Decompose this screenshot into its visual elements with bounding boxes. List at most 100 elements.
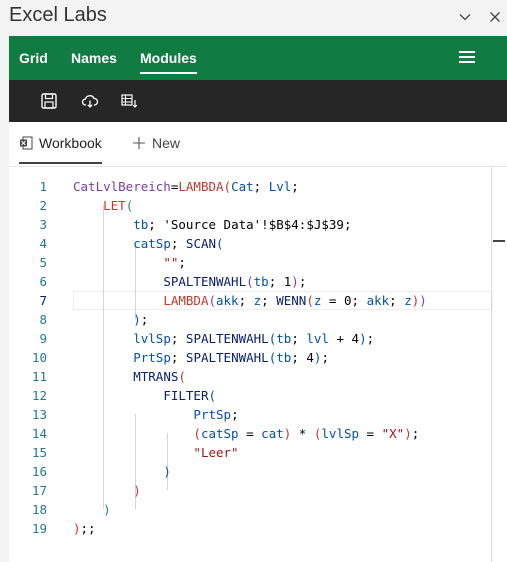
new-label: New (152, 135, 181, 151)
code-line[interactable]: 17 ) (9, 481, 491, 500)
code-editor[interactable]: 1 CatLvlBereich=LAMBDA(Cat; Lvl; 2 LET(3 t… (9, 167, 507, 562)
code-token: ) (103, 502, 111, 517)
code-line[interactable]: 1 CatLvlBereich=LAMBDA(Cat; Lvl; (9, 177, 491, 196)
code-text: ) (73, 462, 171, 481)
cloud-download-icon[interactable] (80, 91, 100, 111)
code-line[interactable]: 12 FILTER( (9, 386, 491, 405)
code-line[interactable]: 10 PrtSp; SPALTENWAHL(tb; 4); (9, 348, 491, 367)
line-number: 2 (39, 198, 47, 213)
code-text: ); (73, 310, 148, 329)
code-token: SPALTENWAHL (185, 350, 269, 365)
code-token: = (321, 293, 344, 308)
code-line[interactable]: 14 (catSp = cat) * (lvlSp = "X"); (9, 424, 491, 443)
code-line[interactable]: 19);; (9, 519, 491, 538)
line-number: 18 (31, 502, 47, 517)
code-token: FILTER (163, 388, 209, 403)
code-token: ; (291, 350, 307, 365)
tab-grid[interactable]: Grid (19, 50, 48, 66)
excel-file-icon (20, 136, 33, 150)
code-token: ( (246, 274, 254, 289)
code-token: + (328, 331, 352, 346)
code-text: LET( (73, 196, 133, 215)
hamburger-menu-icon[interactable] (459, 50, 477, 64)
code-text: catSp; SCAN( (73, 234, 223, 253)
code-text: SPALTENWAHL(tb; 1); (73, 272, 306, 291)
code-token: ; (291, 331, 307, 346)
code-line[interactable]: 15 "Leer" (9, 443, 491, 462)
code-line[interactable]: 9 lvlSp; SPALTENWAHL(tb; lvl + 4); (9, 329, 491, 348)
new-module-button[interactable]: New (132, 135, 180, 151)
code-token: ; (170, 331, 186, 346)
code-token: z (404, 293, 412, 308)
code-token: ; (178, 255, 186, 270)
code-token: ) (359, 331, 367, 346)
code-text: );; (73, 519, 96, 538)
code-text: "Leer" (73, 443, 238, 462)
code-token: 0 (343, 293, 352, 308)
code-line[interactable]: 6 SPALTENWAHL(tb; 1); (9, 272, 491, 291)
code-text: lvlSp; SPALTENWAHL(tb; lvl + 4); (73, 329, 374, 348)
code-token: ; (253, 179, 269, 194)
excel-labs-pane: Grid Names Modules Workbook New 1 CatLvl… (9, 36, 507, 562)
module-tabs: Workbook New (9, 122, 507, 167)
line-number: 11 (31, 369, 47, 384)
save-icon[interactable] (39, 91, 59, 111)
code-token: ( (193, 426, 201, 441)
tab-workbook[interactable]: Workbook (19, 135, 102, 164)
code-token: catSp (200, 426, 239, 441)
code-token: ( (178, 369, 186, 384)
table-import-icon[interactable] (119, 91, 139, 111)
code-line[interactable]: 2 LET( (9, 196, 491, 215)
close-icon[interactable] (486, 8, 504, 26)
code-token: ; (343, 217, 352, 232)
code-text: PrtSp; (73, 405, 239, 424)
code-text: FILTER( (73, 386, 216, 405)
code-token: ; (140, 312, 149, 327)
code-token: tb (276, 350, 292, 365)
code-text: ""; (73, 253, 186, 272)
code-token: ; (366, 331, 375, 346)
code-token: ( (208, 293, 216, 308)
code-token: SPALTENWAHL (163, 274, 247, 289)
code-token: ; (148, 217, 164, 232)
code-line[interactable]: 11 MTRANS( (9, 367, 491, 386)
code-token: PrtSp (193, 407, 232, 422)
line-number: 9 (39, 331, 47, 346)
code-token: ; (231, 407, 239, 422)
code-token: ) (404, 426, 412, 441)
workbook-label: Workbook (39, 135, 102, 151)
code-token: 4 (351, 331, 360, 346)
module-toolbar (9, 80, 507, 122)
code-line[interactable]: 5 ""; (9, 253, 491, 272)
code-token: SCAN (185, 236, 217, 251)
code-token: "X" (381, 426, 405, 441)
tab-modules[interactable]: Modules (140, 50, 197, 74)
chevron-down-icon[interactable] (456, 8, 474, 26)
code-line[interactable]: 18 ) (9, 500, 491, 519)
code-line[interactable]: 7 LAMBDA(akk; z; WENN(z = 0; akk; z)) (9, 291, 491, 310)
line-number: 16 (31, 464, 47, 479)
code-text: ) (73, 500, 111, 519)
code-line[interactable]: 4 catSp; SCAN( (9, 234, 491, 253)
tab-names[interactable]: Names (71, 50, 117, 66)
plus-icon (133, 137, 145, 149)
code-token: ; (170, 236, 186, 251)
code-line[interactable]: 16 ) (9, 462, 491, 481)
code-token: ( (125, 198, 134, 213)
line-number: 17 (31, 483, 47, 498)
code-line[interactable]: 13 PrtSp; (9, 405, 491, 424)
code-line[interactable]: 3 tb; 'Source Data'!$B$4:$J$39; (9, 215, 491, 234)
line-number: 14 (31, 426, 47, 441)
scroll-position-marker[interactable] (493, 240, 505, 242)
line-number: 13 (31, 407, 47, 422)
line-number: 8 (39, 312, 47, 327)
code-line[interactable]: 8 ); (9, 310, 491, 329)
code-text: MTRANS( (73, 367, 186, 386)
